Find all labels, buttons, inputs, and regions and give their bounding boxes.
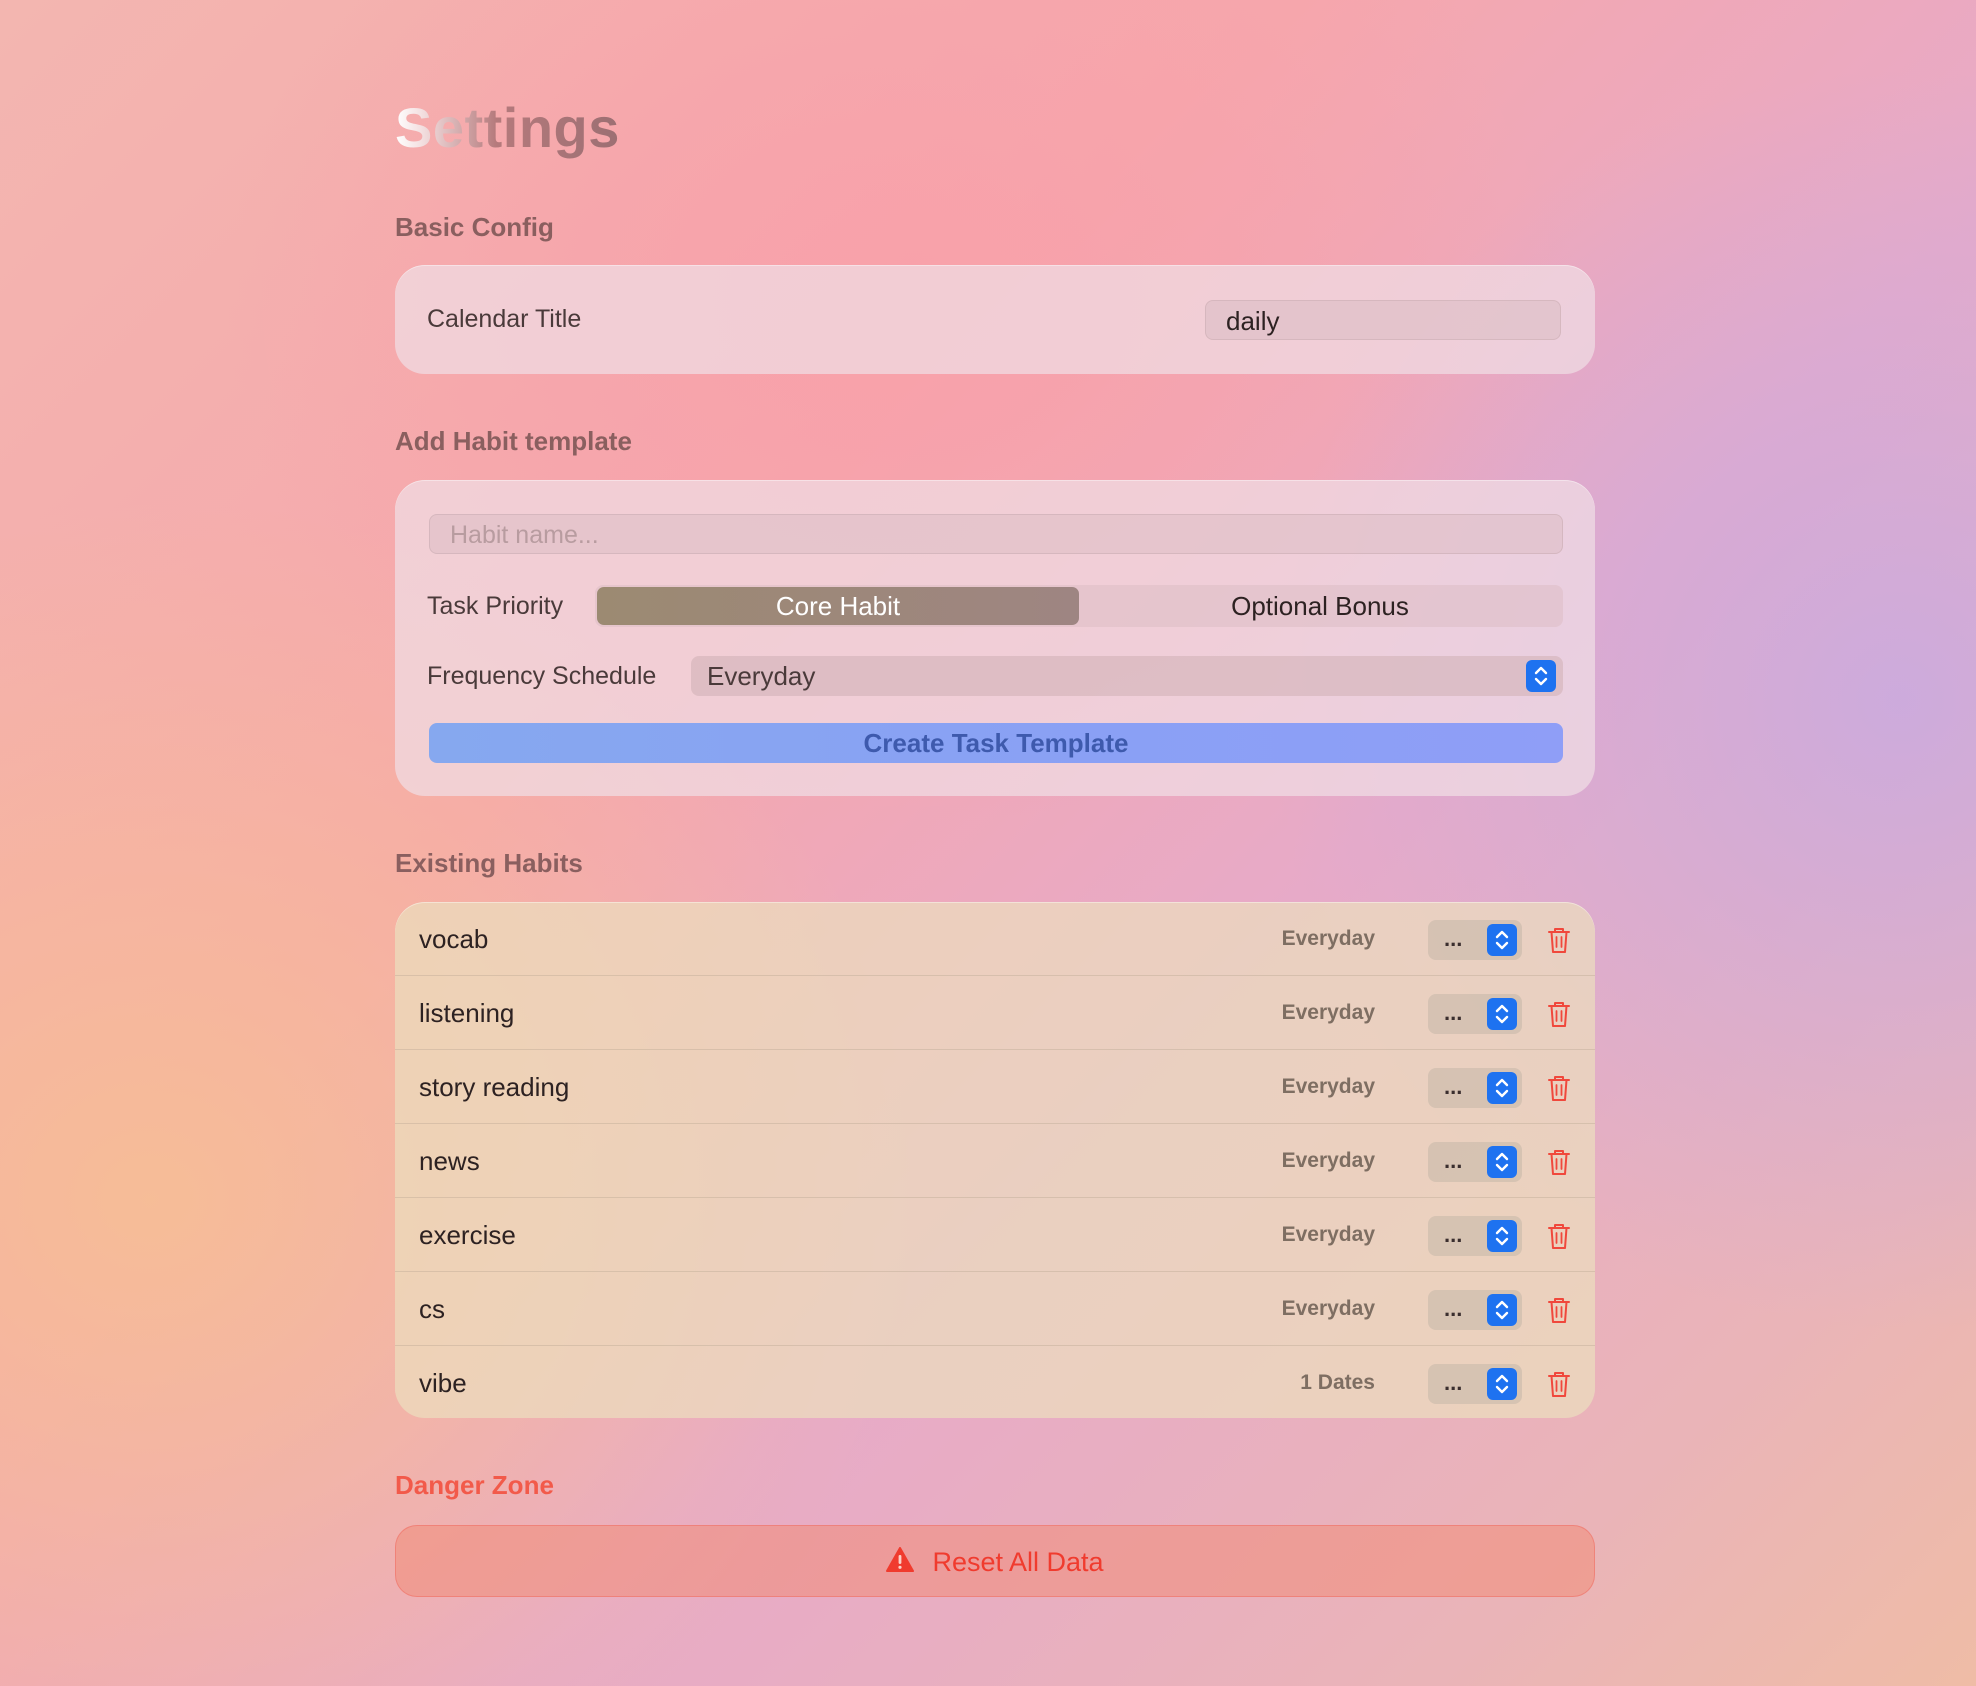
habit-row[interactable]: news Everyday...: [395, 1124, 1595, 1198]
habit-frequency: 1 Dates: [1300, 1371, 1375, 1394]
picker-value: ...: [1444, 926, 1463, 951]
calendar-title-label: Calendar Title: [427, 305, 582, 333]
frequency-selected-value: Everyday: [707, 661, 816, 691]
habit-row[interactable]: listening Everyday...: [395, 976, 1595, 1050]
frequency-schedule-label: Frequency Schedule: [427, 662, 657, 690]
trash-icon[interactable]: [1547, 1148, 1571, 1176]
page-title: Settings: [395, 96, 620, 159]
trash-icon[interactable]: [1547, 1000, 1571, 1028]
existing-habits-list: vocab Everyday... listening Everyday... stor…: [395, 902, 1595, 1418]
habit-row[interactable]: vocab Everyday...: [395, 902, 1595, 976]
picker-value: ...: [1444, 1296, 1463, 1321]
habit-name: exercise: [419, 1220, 516, 1250]
trash-icon[interactable]: [1547, 1222, 1571, 1250]
chevron-up-down-icon[interactable]: [1487, 998, 1517, 1030]
habit-row[interactable]: cs Everyday...: [395, 1272, 1595, 1346]
habit-options-picker[interactable]: ...: [1428, 1216, 1522, 1256]
habit-name-input[interactable]: Habit name...: [429, 514, 1563, 554]
priority-optional-bonus-option[interactable]: Optional Bonus: [1079, 587, 1561, 625]
existing-habits-heading: Existing Habits: [395, 848, 583, 878]
add-habit-card: Habit name... Task Priority Core Habit O…: [395, 480, 1595, 796]
habit-row[interactable]: story reading Everyday...: [395, 1050, 1595, 1124]
habit-name: cs: [419, 1294, 445, 1324]
chevron-up-down-icon[interactable]: [1526, 660, 1556, 692]
habit-name: listening: [419, 998, 515, 1028]
create-task-template-button[interactable]: Create Task Template: [429, 723, 1563, 763]
task-priority-label: Task Priority: [427, 592, 564, 620]
habit-options-picker[interactable]: ...: [1428, 1142, 1522, 1182]
danger-zone-heading: Danger Zone: [395, 1470, 554, 1500]
habit-frequency: Everyday: [1281, 1001, 1375, 1024]
reset-all-data-label: Reset All Data: [932, 1546, 1104, 1577]
habit-options-picker[interactable]: ...: [1428, 920, 1522, 960]
basic-config-heading: Basic Config: [395, 212, 554, 242]
habit-row[interactable]: vibe 1 Dates...: [395, 1346, 1595, 1418]
habit-options-picker[interactable]: ...: [1428, 1068, 1522, 1108]
habit-options-picker[interactable]: ...: [1428, 994, 1522, 1034]
habit-name: news: [419, 1146, 480, 1176]
chevron-up-down-icon[interactable]: [1487, 924, 1517, 956]
trash-icon[interactable]: [1547, 1074, 1571, 1102]
picker-value: ...: [1444, 1000, 1463, 1025]
habit-options-picker[interactable]: ...: [1428, 1364, 1522, 1404]
basic-config-card: Calendar Title daily: [395, 265, 1595, 374]
trash-icon[interactable]: [1547, 1296, 1571, 1324]
frequency-schedule-select[interactable]: Everyday: [691, 656, 1563, 696]
habit-options-picker[interactable]: ...: [1428, 1290, 1522, 1330]
reset-all-data-button[interactable]: Reset All Data: [395, 1525, 1595, 1597]
picker-value: ...: [1444, 1370, 1463, 1395]
picker-value: ...: [1444, 1222, 1463, 1247]
trash-icon[interactable]: [1547, 1370, 1571, 1398]
habit-name: vibe: [419, 1368, 467, 1398]
task-priority-segmented-control: Core Habit Optional Bonus: [595, 585, 1563, 627]
habit-frequency: Everyday: [1281, 927, 1375, 950]
chevron-up-down-icon[interactable]: [1487, 1146, 1517, 1178]
picker-value: ...: [1444, 1148, 1463, 1173]
habit-row[interactable]: exercise Everyday...: [395, 1198, 1595, 1272]
habit-name: vocab: [419, 924, 489, 954]
priority-core-habit-option[interactable]: Core Habit: [597, 587, 1079, 625]
habit-frequency: Everyday: [1281, 1223, 1375, 1246]
chevron-up-down-icon[interactable]: [1487, 1368, 1517, 1400]
chevron-up-down-icon[interactable]: [1487, 1220, 1517, 1252]
chevron-up-down-icon[interactable]: [1487, 1072, 1517, 1104]
warning-triangle-icon: [886, 1546, 915, 1578]
picker-value: ...: [1444, 1074, 1463, 1099]
calendar-title-input[interactable]: daily: [1205, 300, 1561, 340]
habit-frequency: Everyday: [1281, 1149, 1375, 1172]
habit-frequency: Everyday: [1281, 1075, 1375, 1098]
habit-name: story reading: [419, 1072, 570, 1102]
habit-frequency: Everyday: [1281, 1297, 1375, 1320]
trash-icon[interactable]: [1547, 926, 1571, 954]
add-habit-heading: Add Habit template: [395, 426, 632, 456]
chevron-up-down-icon[interactable]: [1487, 1294, 1517, 1326]
